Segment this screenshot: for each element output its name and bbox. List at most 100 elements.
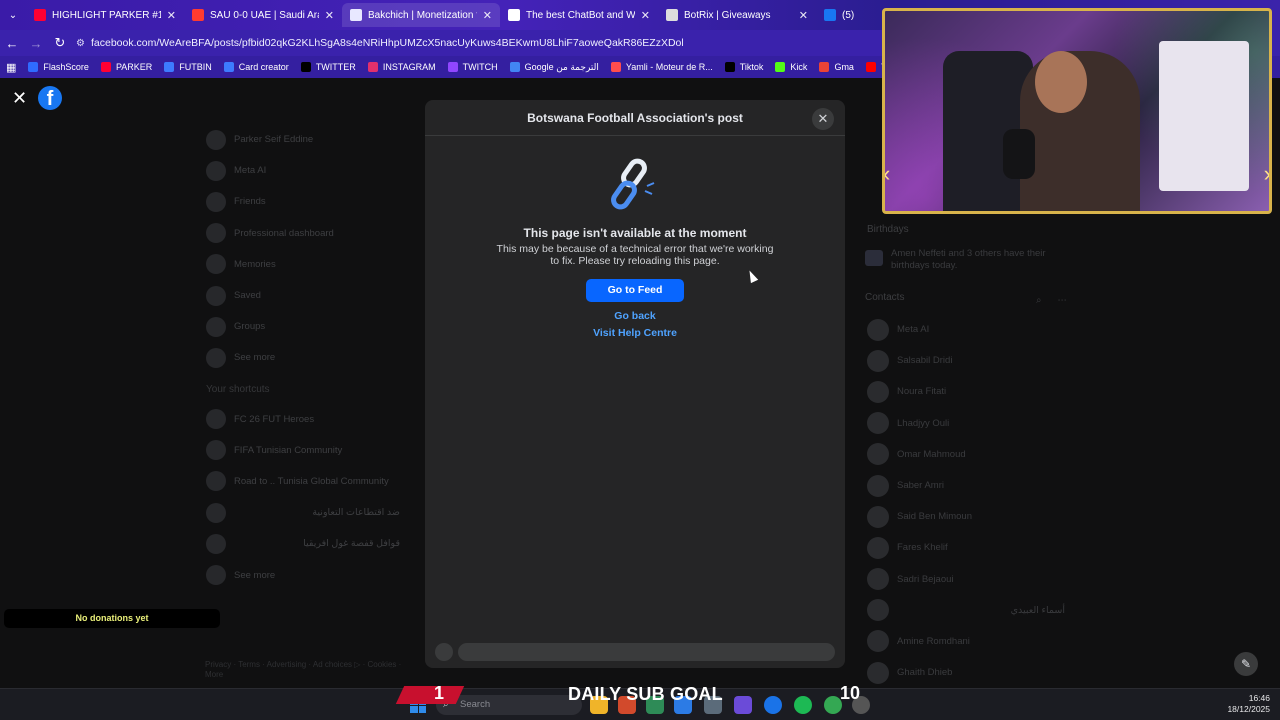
sidebar-item-icon [206,409,226,430]
sidebar-item[interactable]: Saved [200,280,410,311]
sidebar-item[interactable]: Parker Seif Eddine [200,124,410,155]
browser-tab[interactable]: SAU 0-0 UAE | Saudi Arabia v U ✕ [184,3,342,27]
contact-name: Salsabil Dridi [897,355,953,367]
reload-icon[interactable]: ↻ [48,35,72,51]
tab-close-icon[interactable]: ✕ [799,9,808,22]
bookmark-favicon-icon [865,62,876,72]
sidebar-item[interactable]: See more [200,559,410,590]
microphone-icon [1003,129,1035,179]
contact-item[interactable]: Meta AI [865,314,1075,345]
sidebar-item-icon [206,160,226,181]
bookmark-favicon-icon [367,62,378,72]
shortcuts-title: Your shortcuts [206,383,270,395]
sidebar-item[interactable]: See more [200,342,410,373]
sidebar-item-icon [206,223,226,244]
bookmark-list: FlashScore PARKER FUTBIN Card creator TWITTE… [28,62,951,73]
sidebar-item-label: Friends [234,196,266,208]
forward-icon[interactable]: → [24,36,48,51]
tab-close-icon[interactable]: ✕ [167,9,176,22]
sidebar-item[interactable]: Professional dashboard [200,218,410,249]
tab-close-icon[interactable]: ✕ [325,9,334,22]
contact-item[interactable]: Amine Romdhani [865,626,1075,657]
browser-tab[interactable]: The best ChatBot and Widgets ✕ [500,3,658,27]
browser-tab[interactable]: (5) [816,3,876,27]
bookmark-item[interactable]: FlashScore [28,62,89,73]
sidebar-item[interactable]: Memories [200,249,410,280]
contact-item[interactable]: Salsabil Dridi [865,345,1075,376]
contact-item[interactable]: أسماء العبيدي [865,595,1075,626]
tab-close-icon[interactable]: ✕ [641,9,650,22]
contact-name: Noura Fitati [897,386,947,398]
tab-search-icon[interactable]: ⌄ [0,10,26,21]
browser-tab[interactable]: BotRix | Giveaways ✕ [658,3,816,27]
sidebar-item[interactable]: Road to .. Tunisia Global Community [200,466,410,497]
avatar [867,599,889,622]
contact-item[interactable]: Fares Khelif [865,532,1075,563]
sidebar-item-label: FC 26 FUT Heroes [234,413,315,425]
contact-name: Said Ben Mimoun [897,511,972,523]
sidebar-item-icon [206,191,226,212]
contact-name: أسماء العبيدي [1010,604,1065,616]
sub-goal-accent [395,686,465,704]
sidebar-item[interactable]: قوافل قفصة غول افريقيا [200,528,410,559]
right-column: Birthdays Amen Neffeti and 3 others have… [865,224,1075,688]
bookmark-item[interactable]: PARKER [100,62,153,73]
sidebar-item[interactable]: Friends [200,186,410,217]
sidebar-item-icon [206,254,226,275]
contact-item[interactable]: Ghaith Dhieb [865,657,1075,688]
webcam-streamer-head [1035,51,1087,113]
sidebar-item-icon [206,316,226,337]
webcam-monitor [1159,41,1249,191]
dialog-close-button[interactable]: ✕ [812,108,834,130]
bookmark-item[interactable]: TWITCH [447,62,498,73]
sidebar-item[interactable]: FC 26 FUT Heroes [200,404,410,435]
browser-tab[interactable]: HIGHLIGHT PARKER #1 - YouTu ✕ [26,3,184,27]
bookmark-item[interactable]: Gma [819,62,854,73]
contacts-title: Contacts [865,292,905,303]
bookmark-item[interactable]: TWITTER [300,62,356,73]
bookmark-item[interactable]: Kick [775,62,807,73]
birthday-notice[interactable]: Amen Neffeti and 3 others have their bir… [865,248,1075,272]
new-message-icon[interactable]: ✎ [1234,652,1258,676]
sidebar-item[interactable]: Groups [200,311,410,342]
tab-title: HIGHLIGHT PARKER #1 - YouTu [52,9,161,21]
sidebar-item-label: Saved [234,290,261,302]
search-contacts-icon[interactable]: ⌕ [1036,295,1041,306]
bookmark-item[interactable]: Tiktok [724,62,763,73]
system-clock[interactable]: 16:46 18/12/2025 [1222,693,1270,715]
contact-item[interactable]: Omar Mahmoud [865,439,1075,470]
sidebar-item-label: قوافل قفصة غول افريقيا [303,538,400,550]
bookmark-item[interactable]: INSTAGRAM [367,62,436,73]
bookmark-label: PARKER [115,62,153,72]
url-field[interactable]: ⚙ facebook.com/WeAreBFA/posts/pfbid02qkG… [76,37,684,49]
contact-item[interactable]: Lhadjyy Ouli [865,408,1075,439]
bookmark-item[interactable]: FUTBIN [164,62,212,73]
go-back-link[interactable]: Go back [425,310,845,322]
birthdays-title: Birthdays [867,224,909,235]
contact-item[interactable]: Noura Fitati [865,376,1075,407]
browser-tab[interactable]: Bakchich | Monetization for a ✕ [342,3,500,27]
contact-item[interactable]: Sadri Bejaoui [865,564,1075,595]
contact-item[interactable]: Saber Amri [865,470,1075,501]
close-icon[interactable]: ✕ [12,88,27,109]
sidebar-item[interactable]: ضد اقتطاعات التعاونية [200,497,410,528]
avatar [867,412,889,435]
bookmark-item[interactable]: Google الترجمة من [509,62,599,73]
facebook-logo-icon[interactable]: f [38,86,62,110]
help-centre-link[interactable]: Visit Help Centre [425,327,845,339]
sidebar-item[interactable]: Meta AI [200,155,410,186]
apps-icon[interactable]: ▦ [6,61,16,74]
tab-close-icon[interactable]: ✕ [483,9,492,22]
bookmark-item[interactable]: Yamli - Moteur de R... [610,62,713,73]
broken-link-icon [611,158,655,210]
sidebar-item[interactable]: FIFA Tunisian Community [200,435,410,466]
bookmark-label: Yamli - Moteur de R... [625,62,713,72]
more-options-icon[interactable]: ⋯ [1058,295,1068,306]
site-info-icon[interactable]: ⚙ [76,38,85,49]
comment-input[interactable] [458,643,835,661]
bookmark-item[interactable]: Card creator [223,62,289,73]
go-to-feed-button[interactable]: Go to Feed [586,279,684,302]
sidebar-item-label: Memories [234,258,276,270]
contact-item[interactable]: Said Ben Mimoun [865,501,1075,532]
back-icon[interactable]: ← [0,36,24,51]
